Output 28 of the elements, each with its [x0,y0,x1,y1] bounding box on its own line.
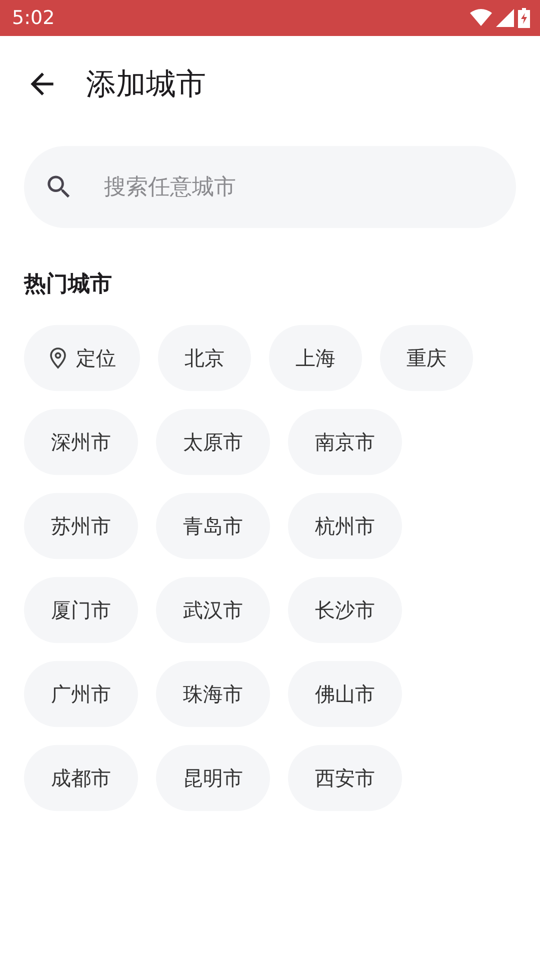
city-chip[interactable]: 长沙市 [288,577,402,643]
city-chip[interactable]: 昆明市 [156,745,270,811]
city-chip[interactable]: 太原市 [156,409,270,475]
city-chip[interactable]: 武汉市 [156,577,270,643]
city-chip[interactable]: 珠海市 [156,661,270,727]
section-title: 热门城市 [24,270,113,299]
location-chip[interactable]: 定位 [24,325,140,391]
location-pin-icon [48,347,68,369]
page-title: 添加城市 [86,66,206,104]
city-chip[interactable]: 南京市 [288,409,402,475]
city-chip[interactable]: 重庆 [380,325,473,391]
search-input[interactable]: 搜索任意城市 [102,170,496,204]
city-chip[interactable]: 青岛市 [156,493,270,559]
city-chip[interactable]: 深州市 [24,409,138,475]
city-chip[interactable]: 成都市 [24,745,138,811]
city-chip[interactable]: 杭州市 [288,493,402,559]
status-time: 5:02 [12,6,55,31]
city-chip[interactable]: 北京 [158,325,251,391]
city-chip[interactable]: 厦门市 [24,577,138,643]
city-chip[interactable]: 苏州市 [24,493,138,559]
search-field[interactable]: 搜索任意城市 [24,146,516,228]
city-chip[interactable]: 上海 [269,325,362,391]
city-chip[interactable]: 西安市 [288,745,402,811]
city-chip[interactable]: 佛山市 [288,661,402,727]
city-chip[interactable]: 广州市 [24,661,138,727]
signal-icon [496,9,514,27]
battery-icon [518,8,530,28]
wifi-icon [470,9,492,27]
